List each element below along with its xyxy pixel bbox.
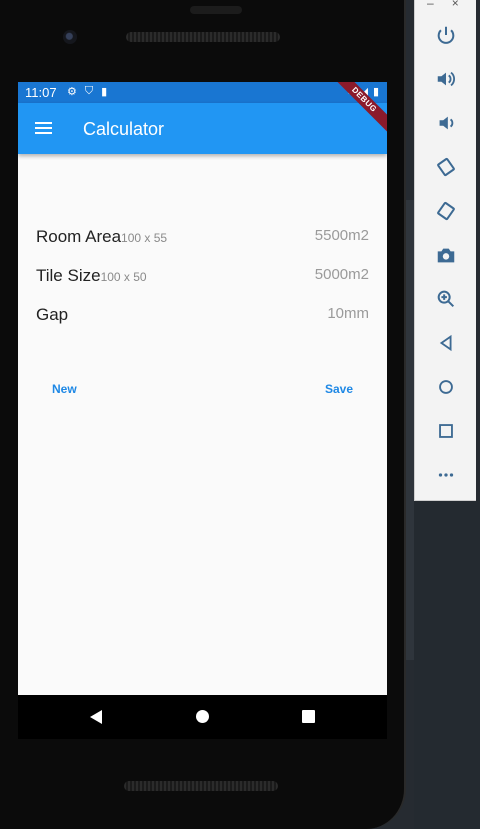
front-camera bbox=[63, 30, 77, 44]
row-label: Gap bbox=[36, 305, 69, 324]
row-value: 5500m2 bbox=[314, 227, 369, 244]
status-bar: 11:07 ⚙ ⛉ ▮ ▼ ◢ ▮ bbox=[18, 82, 387, 103]
minimize-icon[interactable]: – bbox=[427, 0, 434, 10]
row-dimensions: 100 x 50 bbox=[100, 270, 147, 284]
top-speaker bbox=[126, 32, 280, 42]
emulator-toolbar: – × bbox=[414, 0, 476, 501]
phone-notch bbox=[190, 6, 242, 14]
navigation-bar bbox=[18, 695, 387, 739]
bottom-speaker bbox=[124, 781, 278, 791]
back-icon[interactable] bbox=[90, 710, 102, 724]
settings-icon: ⚙ bbox=[67, 86, 77, 98]
background-area bbox=[414, 500, 480, 829]
list-item-room-area[interactable]: Room Area100 x 55 5500m2 bbox=[36, 227, 369, 266]
window-controls: – × bbox=[427, 0, 459, 10]
phone-screen: 11:07 ⚙ ⛉ ▮ ▼ ◢ ▮ Calculator DEBUG Room … bbox=[18, 82, 387, 695]
overview-icon[interactable] bbox=[415, 409, 476, 453]
more-icon[interactable] bbox=[415, 453, 476, 497]
shield-icon: ⛉ bbox=[84, 85, 94, 97]
close-icon[interactable]: × bbox=[452, 0, 459, 10]
back-icon[interactable] bbox=[415, 321, 476, 365]
list-item-tile-size[interactable]: Tile Size100 x 50 5000m2 bbox=[36, 266, 369, 305]
sd-card-icon: ▮ bbox=[101, 86, 108, 98]
recent-apps-icon[interactable] bbox=[302, 710, 315, 723]
status-time: 11:07 bbox=[25, 85, 57, 100]
new-button[interactable]: New bbox=[52, 382, 77, 396]
row-label: Tile Size100 x 50 bbox=[36, 266, 147, 285]
rotate-left-icon[interactable] bbox=[415, 145, 476, 189]
measurement-list: Room Area100 x 55 5500m2 Tile Size100 x … bbox=[36, 227, 369, 344]
row-value: 10mm bbox=[327, 305, 369, 322]
list-item-gap[interactable]: Gap 10mm bbox=[36, 305, 369, 344]
rotate-right-icon[interactable] bbox=[415, 189, 476, 233]
row-dimensions: 100 x 55 bbox=[121, 231, 168, 245]
battery-icon: ▮ bbox=[372, 86, 379, 98]
row-label: Room Area100 x 55 bbox=[36, 227, 168, 246]
phone-frame: 11:07 ⚙ ⛉ ▮ ▼ ◢ ▮ Calculator DEBUG Room … bbox=[0, 0, 406, 829]
app-bar: Calculator bbox=[18, 103, 387, 154]
save-button[interactable]: Save bbox=[325, 382, 353, 396]
camera-icon[interactable] bbox=[415, 233, 476, 277]
volume-down-icon[interactable] bbox=[415, 101, 476, 145]
hamburger-menu-icon[interactable] bbox=[35, 122, 52, 135]
status-notification-icons: ⚙ ⛉ ▮ bbox=[67, 85, 107, 98]
page-title: Calculator bbox=[83, 119, 165, 139]
home-icon[interactable] bbox=[415, 365, 476, 409]
volume-up-icon[interactable] bbox=[415, 57, 476, 101]
row-value: 5000m2 bbox=[314, 266, 369, 283]
zoom-icon[interactable] bbox=[415, 277, 476, 321]
home-icon[interactable] bbox=[196, 710, 209, 723]
power-icon[interactable] bbox=[415, 13, 476, 57]
